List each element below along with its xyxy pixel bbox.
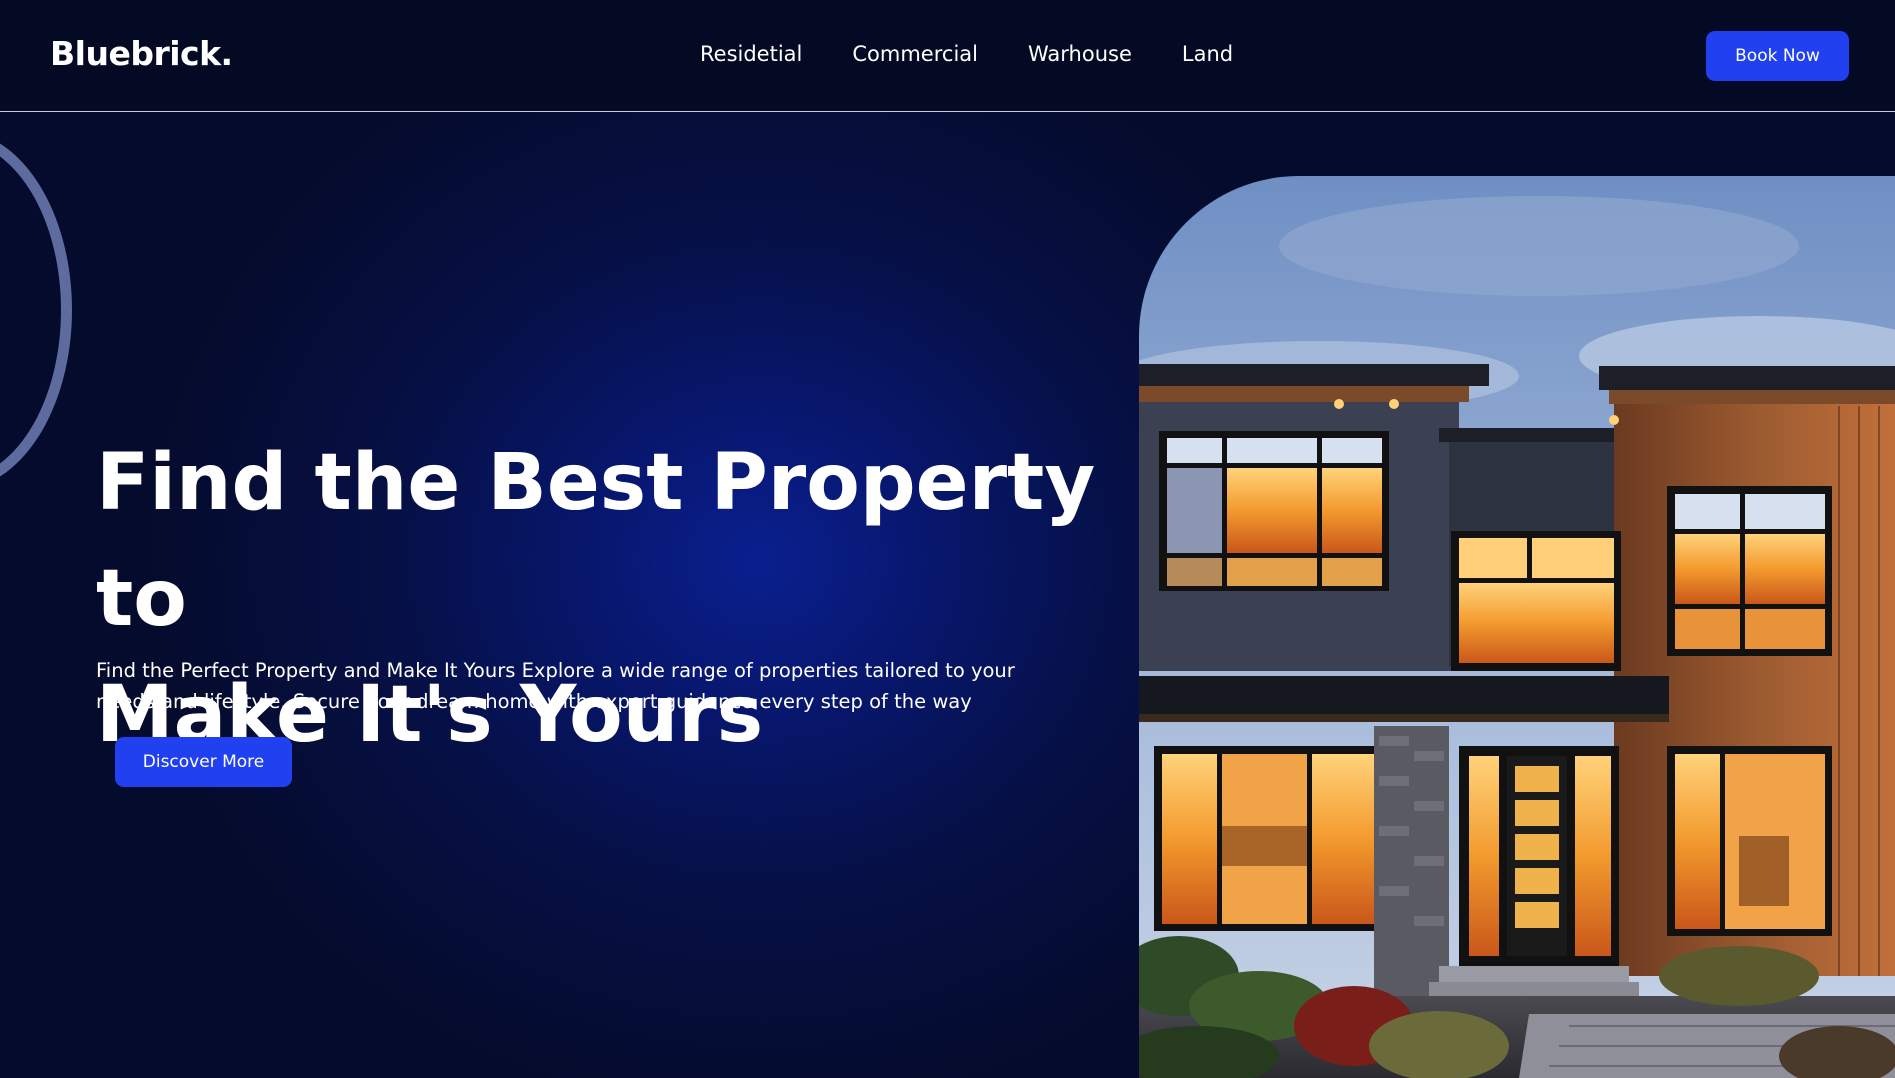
nav-item-land[interactable]: Land	[1182, 42, 1233, 66]
hero-description-line-2: needs and lifestyle. Secure your dream h…	[96, 690, 972, 713]
decorative-ring	[0, 130, 72, 490]
hero-description-line-1: Find the Perfect Property and Make It Yo…	[96, 659, 1015, 682]
logo[interactable]: Bluebrick.	[50, 34, 233, 73]
landing-page: Bluebrick. Residetial Commercial Warhous…	[0, 0, 1895, 1078]
hero-title: Find the Best Property to Make It's Your…	[96, 425, 1116, 773]
nav-item-commercial[interactable]: Commercial	[852, 42, 978, 66]
main-nav: Residetial Commercial Warhouse Land	[700, 42, 1233, 66]
nav-item-residential[interactable]: Residetial	[700, 42, 802, 66]
discover-more-button[interactable]: Discover More	[115, 737, 292, 787]
book-now-button[interactable]: Book Now	[1706, 31, 1849, 81]
hero-title-line-1: Find the Best Property to	[96, 438, 1096, 644]
site-header: Bluebrick. Residetial Commercial Warhous…	[0, 0, 1895, 112]
hero-description: Find the Perfect Property and Make It Yo…	[96, 655, 1036, 717]
nav-item-warehouse[interactable]: Warhouse	[1028, 42, 1132, 66]
house-image	[1139, 176, 1895, 1078]
